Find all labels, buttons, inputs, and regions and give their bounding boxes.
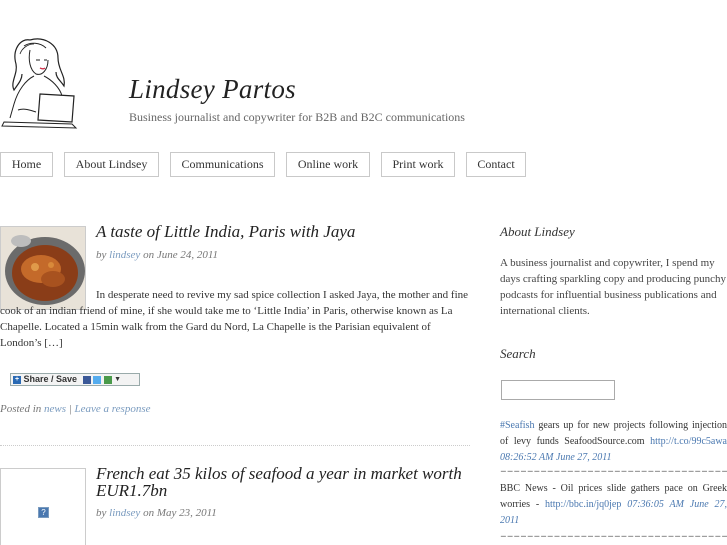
about-heading: About Lindsey — [500, 224, 575, 239]
posted-in-label: Posted in — [0, 403, 42, 415]
post-footer: Posted in news | Leave a response — [0, 403, 151, 415]
tweet-separator: ========================================… — [500, 535, 727, 537]
post-title[interactable]: French eat 35 kilos of seafood a year in… — [96, 465, 466, 499]
tweet-time[interactable]: 08:26:52 AM June 27, 2011 — [500, 452, 612, 463]
share-label: Share / Save — [23, 374, 78, 384]
chevron-down-icon: ▼ — [114, 376, 122, 384]
facebook-icon — [82, 375, 91, 384]
post-title[interactable]: A taste of Little India, Paris with Jaya — [96, 223, 355, 240]
author-link[interactable]: lindsey — [109, 507, 140, 519]
meta-by: by — [96, 249, 107, 261]
nav-communications[interactable]: Communications — [170, 152, 275, 177]
about-text: A business journalist and copywriter, I … — [500, 257, 727, 317]
nav-contact[interactable]: Contact — [466, 152, 526, 177]
plus-icon: + — [13, 375, 21, 384]
tweet-item: BBC News - Oil prices slide gathers pace… — [500, 481, 727, 529]
footer-separator: | — [68, 403, 72, 415]
tweet-link[interactable]: http://t.co/99c5awa — [650, 436, 727, 447]
nav-about-lindsey[interactable]: About Lindsey — [64, 152, 159, 177]
leave-response-link[interactable]: Leave a response — [75, 403, 151, 415]
author-link[interactable]: lindsey — [109, 249, 140, 261]
tweet-hashtag[interactable]: #Seafish — [500, 420, 534, 431]
search-heading: Search — [500, 346, 536, 361]
share-save-button[interactable]: + Share / Save ▼ — [10, 373, 140, 386]
tweet-link[interactable]: http://bbc.in/jq0jep — [545, 499, 621, 510]
post-meta: by lindsey on June 24, 2011 — [96, 249, 218, 261]
site-title[interactable]: Lindsey Partos — [129, 74, 296, 105]
nav-online-work[interactable]: Online work — [286, 152, 370, 177]
tweet-separator: ========================================… — [500, 470, 727, 472]
post-divider — [0, 445, 470, 446]
twitter-icon — [93, 375, 102, 384]
search-input[interactable] — [501, 380, 615, 400]
post-meta: by lindsey on May 23, 2011 — [96, 507, 217, 519]
meta-date: on May 23, 2011 — [143, 507, 217, 519]
tweet-item: #Seafish gears up for new projects follo… — [500, 418, 727, 466]
woman-laptop-logo — [1, 38, 78, 129]
category-link[interactable]: news — [44, 403, 66, 415]
post-thumbnail[interactable]: ? — [0, 468, 86, 545]
site-description: Business journalist and copywriter for B… — [129, 110, 465, 124]
missing-image-icon: ? — [38, 507, 49, 518]
nav-print-work[interactable]: Print work — [381, 152, 455, 177]
meta-date: on June 24, 2011 — [143, 249, 219, 261]
digg-icon — [103, 375, 112, 384]
meta-by: by — [96, 507, 107, 519]
post-excerpt: In desperate need to revive my sad spice… — [0, 289, 469, 349]
nav-home[interactable]: Home — [0, 152, 53, 177]
